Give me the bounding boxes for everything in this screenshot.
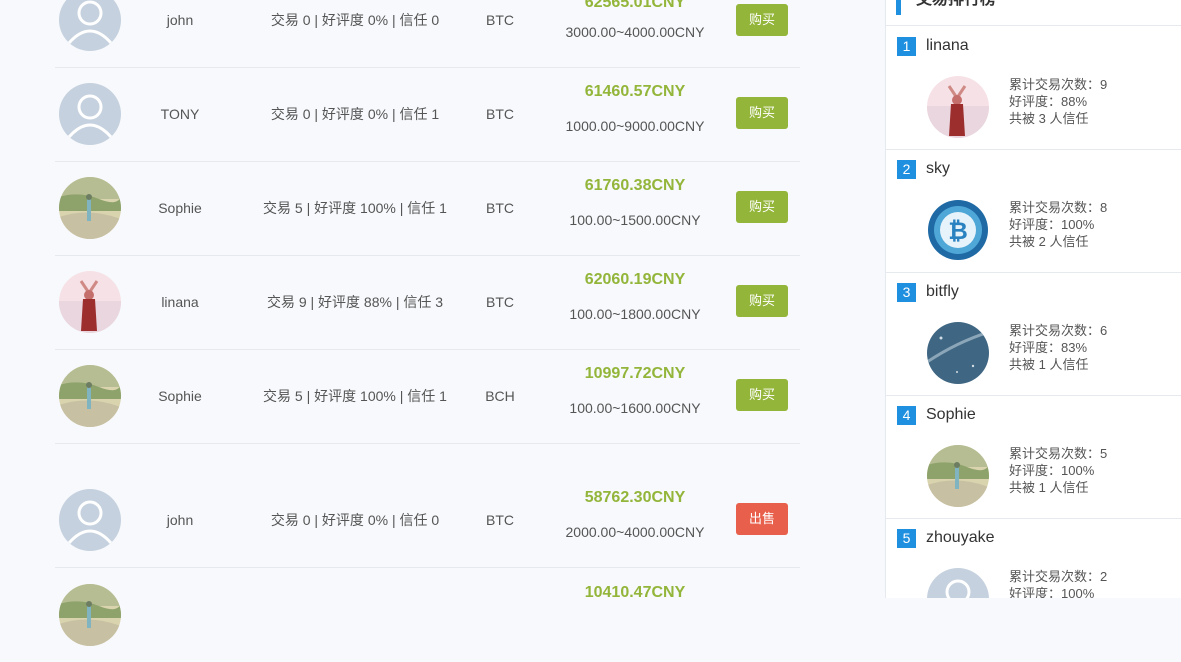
ranking-user-name[interactable]: linana <box>926 36 969 56</box>
beach-photo-avatar[interactable] <box>59 365 121 427</box>
coin-type: BTC <box>486 512 514 528</box>
ranking-item[interactable]: 5 zhouyake 累计交易次数：2 好评度：100% <box>886 518 1181 598</box>
coin-type: BTC <box>486 200 514 216</box>
limit-range: 2000.00~4000.00CNY <box>565 524 705 540</box>
trade-count: 累计交易次数：6 <box>1009 323 1108 338</box>
trade-row: john 交易 0 | 好评度 0% | 信任 0 BTC 58762.30CN… <box>55 443 800 568</box>
rating: 好评度：100% <box>1009 586 1095 598</box>
unit-price: 62060.19CNY <box>584 271 686 288</box>
trade-row: john 交易 0 | 好评度 0% | 信任 0 BTC 62565.01CN… <box>55 0 800 68</box>
rating: 好评度：100% <box>1009 463 1095 478</box>
trust-count: 共被 1 人信任 <box>1009 480 1089 495</box>
coin-type: BTC <box>486 12 514 28</box>
trade-row: Sophie 交易 5 | 好评度 100% | 信任 1 BCH 10997.… <box>55 349 800 444</box>
unit-price: 61460.57CNY <box>584 83 686 100</box>
rank-badge: 4 <box>897 406 916 425</box>
limit-range: 1000.00~9000.00CNY <box>565 118 705 134</box>
unit-price: 61760.38CNY <box>584 177 686 194</box>
limit-range: 100.00~1800.00CNY <box>569 306 701 322</box>
trade-row: linana 交易 9 | 好评度 88% | 信任 3 BTC 62060.1… <box>55 255 800 350</box>
limit-range: 3000.00~4000.00CNY <box>565 24 705 40</box>
unit-price: 10997.72CNY <box>584 365 686 382</box>
unit-price: 62565.01CNY <box>584 0 686 11</box>
trade-count: 累计交易次数：2 <box>1009 569 1108 584</box>
sell-button[interactable]: 出售 <box>736 503 788 535</box>
trader-name[interactable]: Sophie <box>135 387 225 405</box>
trade-count: 累计交易次数：8 <box>1009 200 1108 215</box>
trader-stats: 交易 0 | 好评度 0% | 信任 0 <box>270 12 440 28</box>
rating: 好评度：88% <box>1009 94 1088 109</box>
rank-badge: 5 <box>897 529 916 548</box>
ranking-user-name[interactable]: zhouyake <box>926 528 995 548</box>
buy-button[interactable]: 购买 <box>736 379 788 411</box>
limit-range: 100.00~1600.00CNY <box>569 400 701 416</box>
default-avatar-icon[interactable] <box>59 0 121 51</box>
ranking-item[interactable]: 2 sky 累计交易次数：8 好评度：100% 共被 2 人信任 <box>886 149 1181 273</box>
beach-photo-avatar[interactable] <box>59 584 121 646</box>
comet-photo-avatar[interactable] <box>927 322 989 384</box>
ranking-user-name[interactable]: bitfly <box>926 282 959 302</box>
coin-type: BTC <box>486 106 514 122</box>
trade-row: TONY 交易 0 | 好评度 0% | 信任 1 BTC 61460.57CN… <box>55 67 800 162</box>
trade-count: 累计交易次数：5 <box>1009 446 1108 461</box>
trader-stats: 交易 5 | 好评度 100% | 信任 1 <box>263 388 447 404</box>
ranking-item[interactable]: 1 linana 累计交易次数：9 好评度：88% 共被 3 人信任 <box>886 26 1181 150</box>
ranking-item[interactable]: 3 bitfly 累计交易次数：6 好评度：83% 共被 1 人信任 <box>886 272 1181 396</box>
girl-photo-avatar[interactable] <box>927 76 989 138</box>
beach-photo-avatar[interactable] <box>59 177 121 239</box>
limit-range: 100.00~1500.00CNY <box>569 212 701 228</box>
beach-photo-avatar[interactable] <box>927 445 989 507</box>
rank-badge: 3 <box>897 283 916 302</box>
buy-button[interactable]: 购买 <box>736 191 788 223</box>
trader-name[interactable]: john <box>135 511 225 529</box>
coin-type: BTC <box>486 294 514 310</box>
ranking-user-name[interactable]: Sophie <box>926 405 976 425</box>
buy-button[interactable]: 购买 <box>736 285 788 317</box>
default-avatar-icon[interactable] <box>59 83 121 145</box>
trust-count: 共被 2 人信任 <box>1009 234 1089 249</box>
default-avatar-icon[interactable] <box>927 568 989 598</box>
trader-name[interactable]: john <box>135 11 225 29</box>
bitcoin-logo-avatar[interactable] <box>927 199 989 261</box>
trade-ranking-panel: 交易排行榜 1 linana 累计交易次数：9 好评度：88% 共被 3 人信任… <box>885 0 1181 598</box>
trade-row: 10410.47CNY <box>55 568 800 662</box>
buy-button[interactable]: 购买 <box>736 97 788 129</box>
ranking-title: 交易排行榜 <box>916 0 996 10</box>
coin-type: BCH <box>485 388 515 404</box>
trader-name[interactable]: Sophie <box>135 199 225 217</box>
ranking-user-name[interactable]: sky <box>926 159 950 179</box>
trader-stats: 交易 9 | 好评度 88% | 信任 3 <box>266 294 444 310</box>
trade-ad-list: john 交易 0 | 好评度 0% | 信任 0 BTC 62565.01CN… <box>55 0 800 598</box>
trader-stats: 交易 0 | 好评度 0% | 信任 1 <box>270 106 440 122</box>
rank-badge: 2 <box>897 160 916 179</box>
rating: 好评度：100% <box>1009 217 1095 232</box>
trader-name[interactable]: linana <box>135 293 225 311</box>
trust-count: 共被 3 人信任 <box>1009 111 1089 126</box>
rating: 好评度：83% <box>1009 340 1088 355</box>
trader-stats: 交易 5 | 好评度 100% | 信任 1 <box>263 200 447 216</box>
ranking-item[interactable]: 4 Sophie 累计交易次数：5 好评度：100% 共被 1 人信任 <box>886 395 1181 519</box>
default-avatar-icon[interactable] <box>59 489 121 551</box>
girl-photo-avatar[interactable] <box>59 271 121 333</box>
trust-count: 共被 1 人信任 <box>1009 357 1089 372</box>
rank-badge: 1 <box>897 37 916 56</box>
buy-button[interactable]: 购买 <box>736 4 788 36</box>
trader-name[interactable]: TONY <box>135 105 225 123</box>
unit-price: 58762.30CNY <box>584 489 686 506</box>
title-accent-bar <box>896 0 901 15</box>
trade-count: 累计交易次数：9 <box>1009 77 1108 92</box>
unit-price: 10410.47CNY <box>584 584 686 601</box>
trader-stats: 交易 0 | 好评度 0% | 信任 0 <box>270 512 440 528</box>
trade-row: Sophie 交易 5 | 好评度 100% | 信任 1 BTC 61760.… <box>55 161 800 256</box>
